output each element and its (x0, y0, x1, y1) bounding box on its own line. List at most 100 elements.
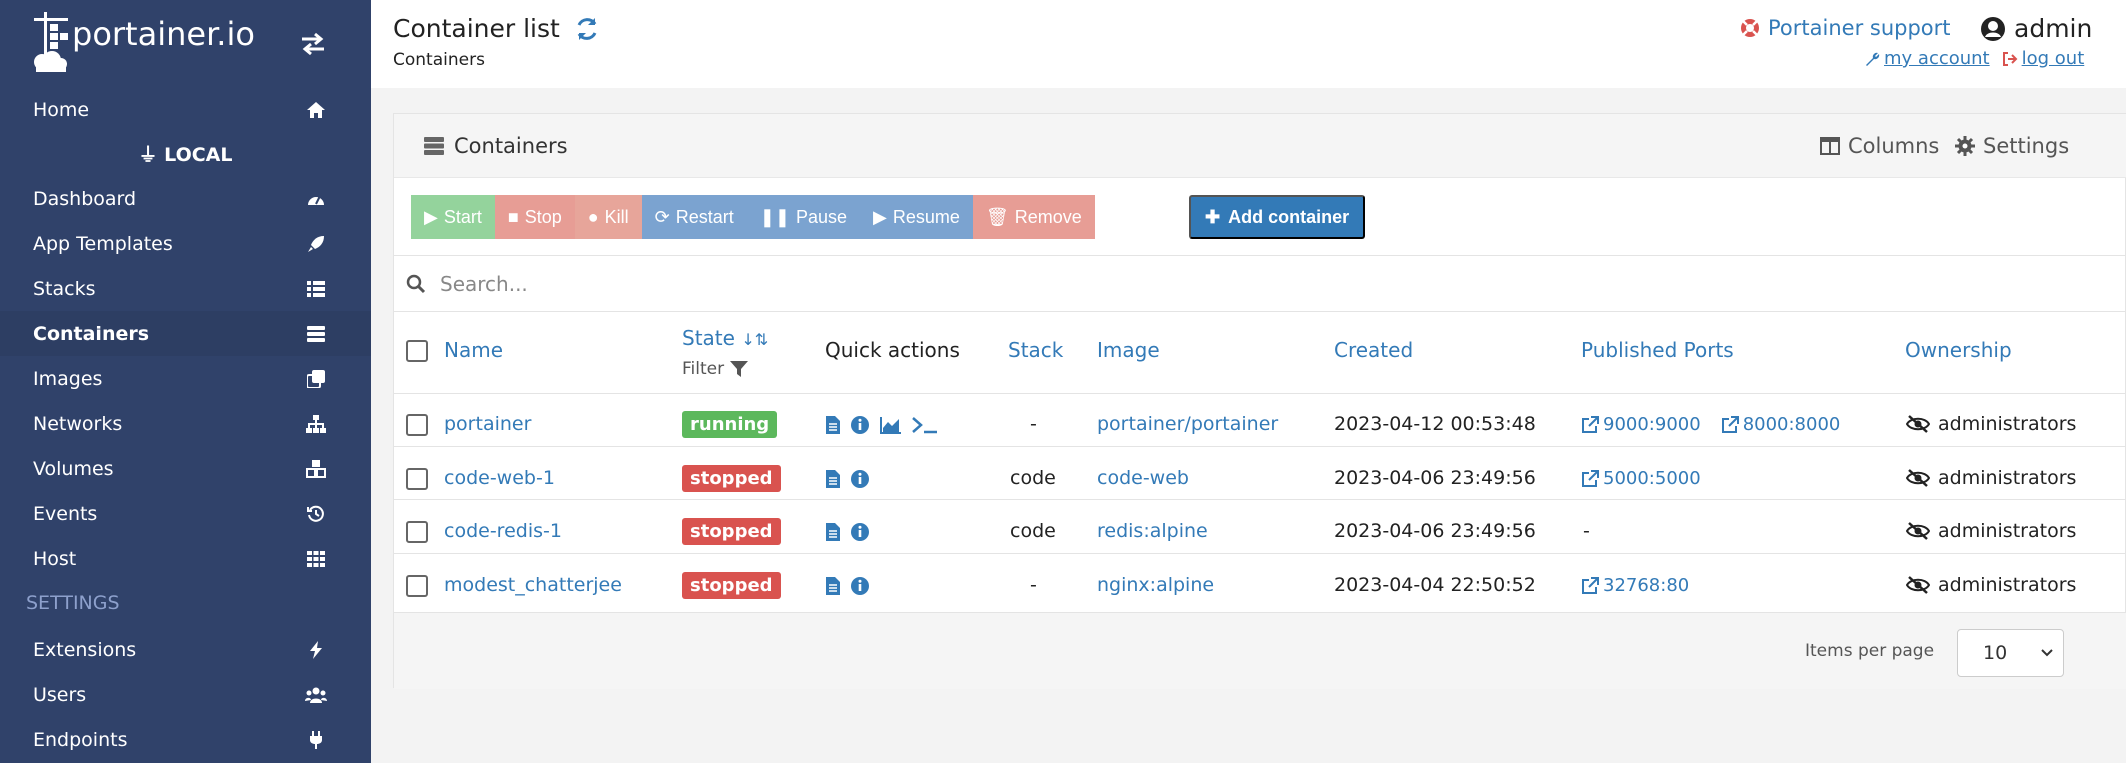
row-checkbox[interactable] (406, 414, 428, 436)
page-header: Container list Containers Portainer supp… (371, 0, 2126, 88)
image-link[interactable]: code-web (1097, 467, 1189, 489)
panel-title: Containers (424, 134, 568, 158)
items-per-page-select[interactable]: 10 (1957, 629, 2064, 677)
sidebar-item-label: Users (33, 683, 87, 706)
add-container-button[interactable]: ✚ Add container (1189, 195, 1366, 239)
column-header-image[interactable]: Image (1097, 338, 1160, 362)
plug-icon (305, 729, 327, 751)
sidebar-item-volumes[interactable]: Volumes (0, 446, 371, 491)
image-link[interactable]: nginx:alpine (1097, 574, 1214, 596)
log-out-link[interactable]: log out (2002, 48, 2084, 69)
chevron-down-icon (2041, 649, 2053, 657)
divider (394, 553, 2126, 554)
row-checkbox[interactable] (406, 575, 428, 597)
play-icon: ▶ (424, 206, 438, 227)
history-icon (305, 503, 327, 525)
sidebar: portainer.io Home ⏚ LOCAL Dashboard App … (0, 0, 371, 763)
quick-actions (826, 469, 870, 489)
port-link[interactable]: 32768:80 (1581, 575, 1689, 596)
info-icon[interactable] (850, 415, 870, 435)
support-link[interactable]: Portainer support (1740, 16, 1951, 40)
start-button[interactable]: ▶ Start (411, 195, 495, 239)
published-ports: 9000:9000 8000:8000 (1581, 414, 1840, 435)
image-link[interactable]: redis:alpine (1097, 520, 1208, 542)
eye-slash-icon (1906, 576, 1930, 594)
sidebar-item-label: Extensions (33, 638, 137, 661)
container-name-link[interactable]: code-web-1 (444, 467, 555, 489)
select-all-checkbox[interactable] (406, 340, 428, 362)
plug-icon: ⏚ (138, 144, 158, 166)
console-icon[interactable] (912, 416, 938, 434)
port-link[interactable]: 9000:9000 (1581, 414, 1701, 435)
column-header-created[interactable]: Created (1334, 338, 1413, 362)
my-account-link[interactable]: my account (1864, 48, 1990, 69)
stack-value: code (1010, 520, 1056, 542)
pause-button[interactable]: ❚❚ Pause (746, 195, 860, 239)
column-header-stack[interactable]: Stack (1008, 338, 1063, 362)
info-icon[interactable] (850, 522, 870, 542)
remove-button[interactable]: 🗑 Remove (972, 195, 1095, 239)
sidebar-item-app-templates[interactable]: App Templates (0, 221, 371, 266)
info-icon[interactable] (850, 469, 870, 489)
column-header-published-ports[interactable]: Published Ports (1581, 338, 1734, 362)
column-header-ownership[interactable]: Ownership (1905, 338, 2012, 362)
state-filter[interactable]: Filter (682, 359, 749, 379)
server-icon (305, 323, 327, 345)
sidebar-item-label: App Templates (33, 232, 173, 255)
panel-header: Containers Columns Settings (394, 114, 2126, 178)
logs-icon[interactable] (826, 577, 840, 595)
sidebar-item-containers[interactable]: Containers (0, 311, 371, 356)
refresh-icon[interactable] (574, 16, 600, 42)
endpoint-label: ⏚ LOCAL (138, 144, 233, 166)
sidebar-item-users[interactable]: Users (0, 672, 371, 717)
port-link[interactable]: 5000:5000 (1581, 468, 1701, 489)
clone-icon (305, 368, 327, 390)
logs-icon[interactable] (826, 523, 840, 541)
swap-arrows-icon[interactable] (298, 30, 328, 58)
stats-icon[interactable] (880, 416, 902, 434)
ownership-value: administrators (1906, 574, 2076, 596)
sidebar-item-events[interactable]: Events (0, 491, 371, 536)
logs-icon[interactable] (826, 416, 840, 434)
port-link[interactable]: 8000:8000 (1721, 414, 1840, 435)
info-icon[interactable] (850, 576, 870, 596)
filter-icon (730, 361, 749, 377)
logs-icon[interactable] (826, 470, 840, 488)
resume-button[interactable]: ▶ Resume (860, 195, 973, 239)
stack-value: - (1030, 574, 1037, 596)
column-header-name[interactable]: Name (444, 338, 503, 362)
sidebar-item-host[interactable]: Host (0, 536, 371, 581)
created-value: 2023-04-12 00:53:48 (1334, 413, 1536, 435)
sidebar-item-extensions[interactable]: Extensions (0, 627, 371, 672)
th-icon (305, 548, 327, 570)
container-name-link[interactable]: portainer (444, 413, 531, 435)
settings-button[interactable]: Settings (1955, 134, 2069, 158)
stop-button[interactable]: ■ Stop (494, 195, 575, 239)
sitemap-icon (305, 413, 327, 435)
ownership-value: administrators (1906, 467, 2076, 489)
sidebar-item-home[interactable]: Home (0, 87, 371, 132)
search-input[interactable] (440, 271, 2040, 296)
columns-button[interactable]: Columns (1820, 134, 1939, 158)
restart-button[interactable]: ⟳ Restart (641, 195, 747, 239)
sign-out-icon (2002, 51, 2018, 66)
sidebar-item-stacks[interactable]: Stacks (0, 266, 371, 311)
column-header-state[interactable]: State ↓⇅ (682, 326, 768, 350)
columns-icon (1820, 137, 1840, 155)
ownership-value: administrators (1906, 520, 2076, 542)
container-name-link[interactable]: code-redis-1 (444, 520, 562, 542)
sidebar-item-networks[interactable]: Networks (0, 401, 371, 446)
image-link[interactable]: portainer/portainer (1097, 413, 1278, 435)
container-name-link[interactable]: modest_chatterjee (444, 574, 622, 596)
sidebar-item-dashboard[interactable]: Dashboard (0, 176, 371, 221)
rocket-icon (305, 233, 327, 255)
row-checkbox[interactable] (406, 468, 428, 490)
row-checkbox[interactable] (406, 521, 428, 543)
sidebar-item-images[interactable]: Images (0, 356, 371, 401)
divider (394, 499, 2126, 500)
kill-button[interactable]: ● Kill (574, 195, 642, 239)
search-icon (406, 274, 426, 293)
home-icon (305, 99, 327, 121)
sidebar-item-endpoints[interactable]: Endpoints (0, 717, 371, 762)
cubes-icon (305, 458, 327, 480)
